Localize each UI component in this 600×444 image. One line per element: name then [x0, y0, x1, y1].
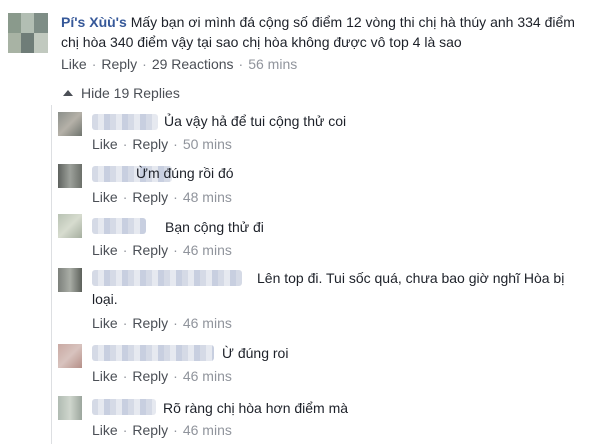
- like-link[interactable]: Like: [92, 136, 118, 152]
- reply-link[interactable]: Reply: [132, 422, 168, 438]
- collapse-arrow-icon: [63, 90, 73, 96]
- reply-text: Ừm đúng rồi đó: [136, 165, 234, 181]
- like-link[interactable]: Like: [92, 242, 118, 258]
- reply-actions: Like · Reply · 50 mins: [92, 136, 232, 152]
- reply-link[interactable]: Reply: [132, 189, 168, 205]
- reply-link[interactable]: Reply: [101, 56, 137, 72]
- comment-author[interactable]: Pí's Xùù's: [61, 14, 127, 30]
- avatar[interactable]: [58, 112, 82, 136]
- avatar[interactable]: [8, 13, 48, 53]
- avatar[interactable]: [58, 344, 82, 368]
- avatar[interactable]: [58, 268, 82, 292]
- reply-text: Ừ đúng roi: [222, 345, 289, 361]
- timestamp[interactable]: 56 mins: [248, 56, 297, 72]
- timestamp[interactable]: 48 mins: [183, 189, 232, 205]
- reply-link[interactable]: Reply: [132, 315, 168, 331]
- avatar[interactable]: [58, 164, 82, 188]
- blurred-author-name[interactable]: [92, 218, 146, 234]
- reply-item: Bạn cộng thử đi Like · Reply · 46 mins: [52, 212, 600, 262]
- blurred-author-name[interactable]: [92, 399, 156, 415]
- timestamp[interactable]: 46 mins: [183, 422, 232, 438]
- like-link[interactable]: Like: [92, 422, 118, 438]
- reply-actions: Like · Reply · 46 mins: [92, 422, 232, 438]
- comment-body: Pí's Xùù's Mấy bạn ơi mình đá cộng số đi…: [61, 12, 591, 52]
- avatar[interactable]: [58, 214, 82, 238]
- like-link[interactable]: Like: [92, 189, 118, 205]
- timestamp[interactable]: 46 mins: [183, 368, 232, 384]
- like-link[interactable]: Like: [92, 368, 118, 384]
- avatar[interactable]: [58, 396, 82, 420]
- reply-item: Rõ ràng chị hòa hơn điểm mà Like · Reply · 4…: [52, 393, 600, 444]
- like-link[interactable]: Like: [61, 56, 87, 72]
- reply-item: Ừ đúng roi Like · Reply · 46 mins: [52, 340, 600, 390]
- reply-text: Rõ ràng chị hòa hơn điểm mà: [163, 400, 349, 416]
- reply-actions: Like · Reply · 48 mins: [92, 189, 232, 205]
- like-link[interactable]: Like: [92, 315, 118, 331]
- reply-text: Lên top đi. Tui sốc quá, chưa bao giờ ng…: [92, 270, 565, 307]
- blurred-author-name[interactable]: [92, 114, 158, 130]
- comment-text: Mấy bạn ơi mình đá cộng số điểm 12 vòng …: [61, 14, 575, 50]
- comment-actions: Like · Reply · 29 Reactions · 56 mins: [61, 56, 298, 72]
- reply-item: Ủa vậy hả để tui cộng thử coi Like · Reply…: [52, 108, 600, 158]
- reply-link[interactable]: Reply: [132, 136, 168, 152]
- hide-replies-toggle[interactable]: Hide 19 Replies: [63, 85, 180, 101]
- main-comment: Pí's Xùù's Mấy bạn ơi mình đá cộng số đi…: [0, 0, 600, 80]
- reply-item: Ừm đúng rồi đó Like · Reply · 48 mins: [52, 160, 600, 208]
- reply-item: Lên top đi. Tui sốc quá, chưa bao giờ ng…: [52, 264, 600, 338]
- reply-actions: Like · Reply · 46 mins: [92, 368, 232, 384]
- reply-text: Ủa vậy hả để tui cộng thử coi: [164, 113, 347, 129]
- reply-text: Bạn cộng thử đi: [165, 219, 264, 235]
- timestamp[interactable]: 46 mins: [183, 315, 232, 331]
- hide-replies-label: Hide 19 Replies: [81, 85, 180, 101]
- blurred-author-name[interactable]: [92, 345, 214, 361]
- timestamp[interactable]: 50 mins: [183, 136, 232, 152]
- reply-actions: Like · Reply · 46 mins: [92, 315, 232, 331]
- reply-link[interactable]: Reply: [132, 242, 168, 258]
- reactions-link[interactable]: 29 Reactions: [152, 56, 234, 72]
- reply-actions: Like · Reply · 46 mins: [92, 242, 232, 258]
- timestamp[interactable]: 46 mins: [183, 242, 232, 258]
- reply-link[interactable]: Reply: [132, 368, 168, 384]
